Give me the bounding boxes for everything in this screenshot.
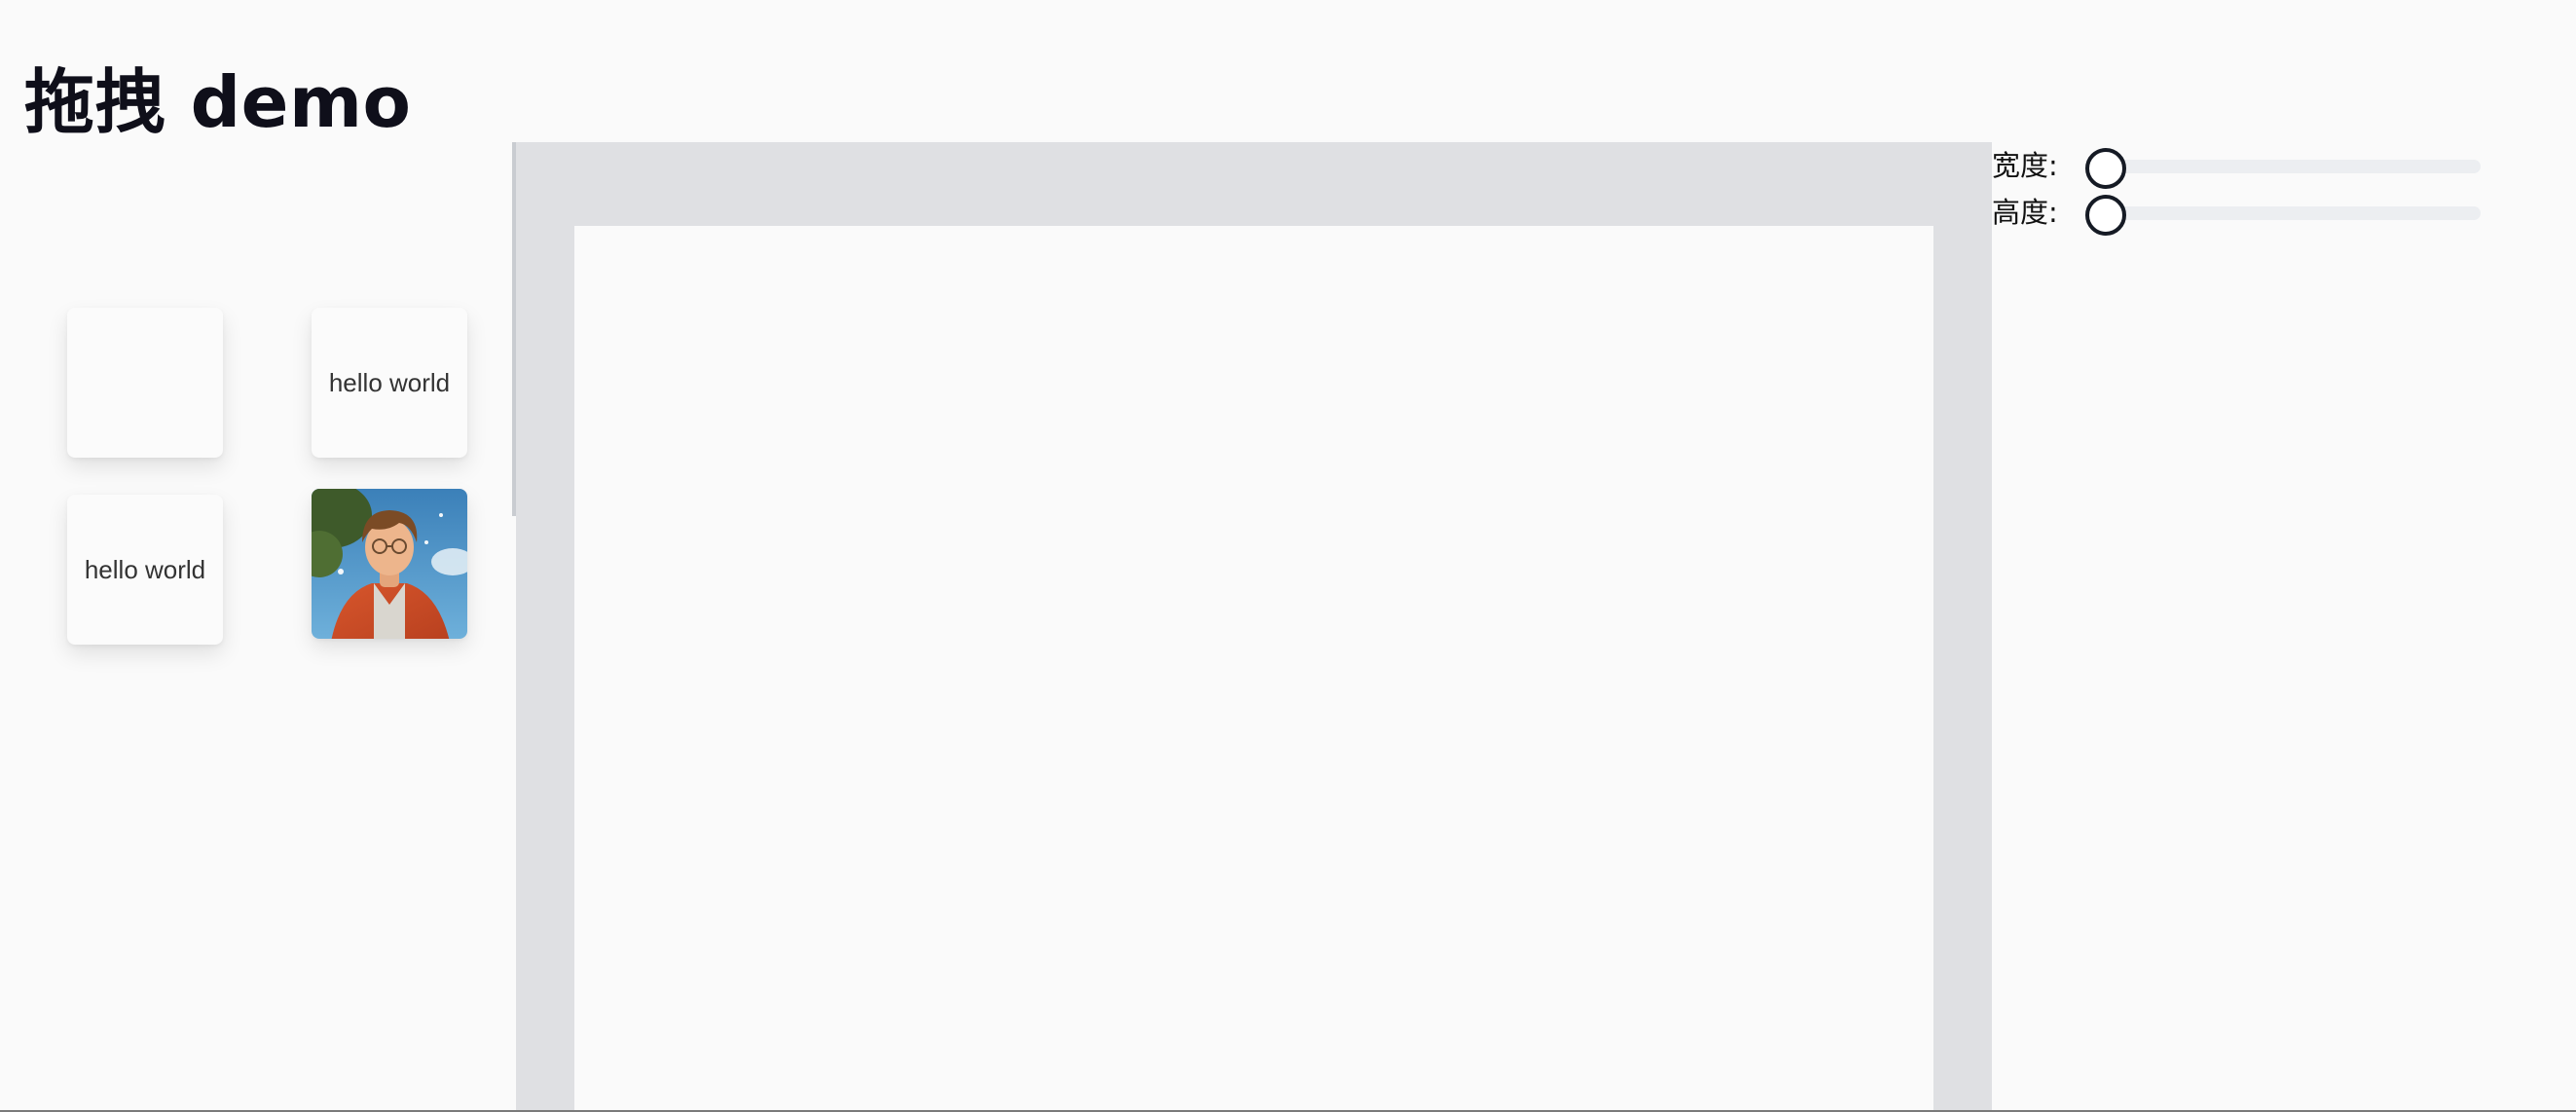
width-label: 宽度: bbox=[1992, 149, 2058, 182]
palette-item-label: hello world bbox=[84, 554, 206, 584]
height-row: 高度: bbox=[1992, 191, 2537, 236]
height-slider-thumb[interactable] bbox=[2085, 195, 2126, 236]
properties-panel: 宽度: 高度: bbox=[1992, 144, 2576, 261]
canvas-area[interactable] bbox=[516, 142, 1992, 1112]
palette-item-text[interactable]: hello world bbox=[67, 495, 223, 645]
palette-item-blank[interactable] bbox=[67, 308, 223, 458]
illustration-image bbox=[312, 489, 467, 639]
palette-item-image[interactable] bbox=[312, 489, 467, 639]
width-row: 宽度: bbox=[1992, 144, 2537, 189]
component-palette: hello world hello world bbox=[0, 144, 514, 645]
palette-item-label: hello world bbox=[328, 367, 451, 397]
height-slider-track[interactable] bbox=[2099, 206, 2481, 220]
drop-canvas[interactable] bbox=[574, 226, 1933, 1112]
width-slider-thumb[interactable] bbox=[2085, 148, 2126, 189]
page-title: 拖拽 demo bbox=[24, 61, 412, 143]
palette-item-text[interactable]: hello world bbox=[312, 308, 467, 458]
height-label: 高度: bbox=[1992, 196, 2058, 229]
width-slider-track[interactable] bbox=[2099, 160, 2481, 173]
